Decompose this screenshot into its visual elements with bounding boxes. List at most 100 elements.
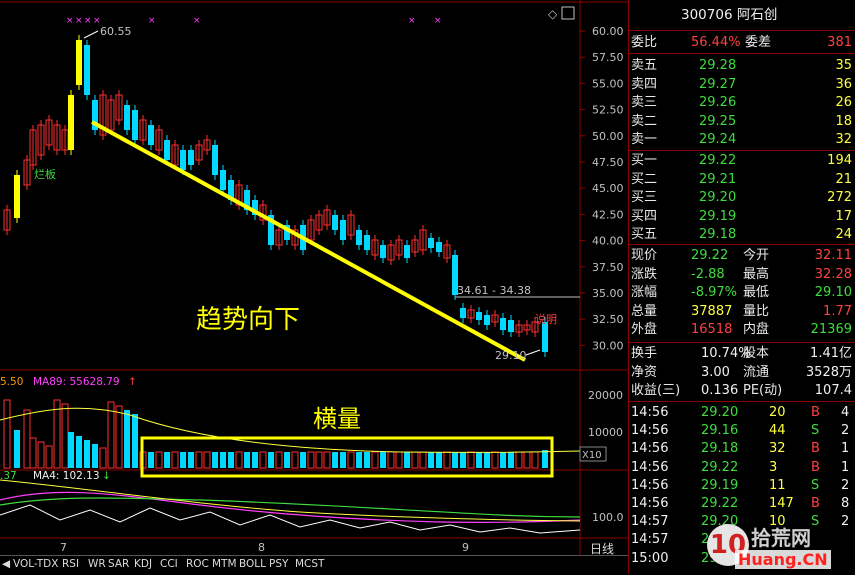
volume-bar [491,451,499,469]
ask-price: 29.27 [699,76,737,92]
low-price-pointer [525,349,541,356]
indicator-line-magenta [0,491,581,523]
price-axis-label: 35.00 [592,287,624,300]
volume-bar [300,452,306,468]
stat-value: 32.28 [814,266,852,282]
tab-boll[interactable]: BOLL [239,558,266,570]
note-label[interactable]: 说明 [535,312,557,326]
volume-bar [259,451,267,469]
tab-sar[interactable]: SAR [108,558,129,570]
watermark-subtext: Huang.CN [735,550,831,569]
tab-psy[interactable]: PSY [269,558,288,570]
date-tick: 9 [462,541,469,554]
tab-roc[interactable]: ROC [186,558,209,570]
indicator-axis-value: 100.0 [592,511,624,524]
price-axis-label: 55.00 [592,77,624,90]
volume-bar [195,451,203,469]
window-icon[interactable] [561,6,575,20]
tab-vol-tdx[interactable]: VOL-TDX [13,558,58,570]
volume-bar [452,452,458,468]
volume-bar [500,452,506,468]
stat-label: 内盘 [743,322,770,338]
trend-line [91,120,526,362]
high-price-pointer [83,30,99,39]
stat-row: 涨跌 -2.88 最高 32.28 [629,266,855,284]
price-axis-label: 30.00 [592,339,624,352]
stat-value: 1.77 [823,303,852,319]
tab-cci[interactable]: CCI [160,558,178,570]
stat-row: 现价 29.22 今开 32.11 [629,247,855,265]
volume-bar [347,451,355,469]
volume-bar [443,451,451,469]
bid-level-label: 买五 [631,227,658,243]
volume-bar [275,451,283,469]
tick-side: B [811,496,820,511]
volume-bar [212,452,218,468]
svg-text:×: × [84,16,92,26]
tick-volume: 11 [769,477,786,493]
stock-title: 300706 阿石创 [681,7,778,23]
volume-bar [124,410,130,468]
kline-chart-area[interactable]: 60.00 57.50 55.00 52.50 50.00 47.50 45.00 42.50… [0,0,628,555]
svg-text:×: × [434,16,442,26]
tab-wr[interactable]: WR [88,558,106,570]
ma-left-value: 5.50 [0,376,23,388]
tick-row: 14:56 29.18 32 B 1 [629,440,855,458]
bid-row: 买一 29.22 194 [629,152,855,170]
volume-bar [340,452,346,468]
fundamental-row: 收益(三) 0.136 PE(动) 107.4 [629,382,855,400]
bid-level-label: 买一 [631,153,658,168]
tab-kdj[interactable]: KDJ [134,558,152,570]
stat-value: 32.11 [814,248,852,263]
tab-rsi[interactable]: RSI [62,558,79,570]
tab-mtm[interactable]: MTM [212,558,237,570]
ask-volume: 32 [835,132,852,148]
tick-price: 29.22 [701,459,739,475]
tick-time: 14:57 [631,532,669,548]
ma4-legend: MA4: 102.13 [33,470,100,482]
stat-label: 今开 [743,248,770,263]
tab-scroll-left-icon[interactable]: ◀ [2,558,10,570]
volume-bar [371,451,379,469]
ma-left-value-2: .37 [0,470,17,482]
diamond-icon[interactable]: ◇ [548,7,558,21]
ask-price: 29.25 [699,113,737,129]
high-price-label: 60.55 [100,25,132,38]
volume-bar [380,452,386,468]
ask-price: 29.28 [699,58,737,73]
weibi-row: 委比 56.44% 委差 381 [629,34,855,52]
stat-value: 29.22 [691,248,729,263]
volume-bar [291,451,299,469]
weibi-value: 56.44% [691,35,741,50]
ask-volume: 36 [835,76,852,92]
kline-chart[interactable]: 60.00 57.50 55.00 52.50 50.00 47.50 45.00 42.50… [0,0,628,555]
volume-bar [307,451,315,469]
price-axis: 60.00 57.50 55.00 52.50 50.00 47.50 45.00 42.50… [580,25,624,352]
ask-volume: 18 [835,113,852,129]
volume-bar [484,452,490,468]
volume-bar [315,451,323,469]
bid-price: 29.22 [699,153,737,168]
volume-bar [531,451,539,469]
fundamental-value: 3.00 [701,364,730,380]
volume-bar [45,445,53,469]
volume-bar [23,409,31,469]
tick-side: B [811,405,820,420]
period-daily-tab[interactable]: 日线 [590,540,614,557]
volume-bar [235,451,243,469]
volume-bar [164,452,170,468]
tick-volume: 147 [769,496,794,511]
tab-mcst[interactable]: MCST [295,558,324,570]
bid-row: 买五 29.18 24 [629,226,855,244]
svg-text:×: × [66,16,74,26]
volume-bar [14,430,20,468]
price-axis-label: 52.50 [592,104,624,117]
bid-level-label: 买三 [631,190,658,206]
tick-volume: 20 [769,405,786,420]
tick-row: 14:56 29.22 147 B 8 [629,495,855,513]
stat-label: 涨幅 [631,285,658,301]
stat-row: 外盘 16518 内盘 21369 [629,321,855,339]
bid-price: 29.20 [699,190,737,206]
weibi-label: 委比 [631,35,658,50]
volume-bar [188,452,194,468]
